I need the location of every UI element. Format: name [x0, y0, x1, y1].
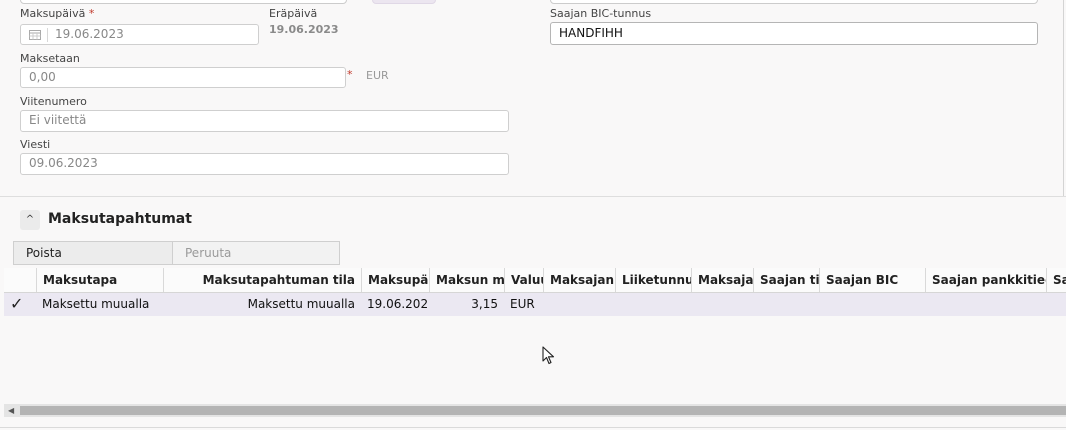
amount-label: Maksetaan	[20, 52, 80, 65]
row-state: Maksettu muualla	[247, 297, 355, 311]
mouse-cursor-icon	[542, 346, 555, 365]
section-title: Maksutapahtumat	[48, 211, 192, 227]
column-header-amount[interactable]: Maksun mä	[429, 268, 504, 292]
message-field[interactable]: 09.06.2023	[20, 153, 509, 175]
column-header-payee-bank[interactable]: Saajan pankkitiedot	[925, 268, 1046, 292]
cut-off-field-right	[550, 0, 1038, 4]
cut-off-button	[372, 0, 436, 4]
cancel-transaction-button[interactable]: Peruuta maksutapahtuma	[172, 241, 340, 282]
bic-label: Saajan BIC-tunnus	[550, 7, 652, 20]
table-row[interactable]: Maksettu muualla Maksettu muualla 19.06.…	[4, 293, 1066, 316]
column-header-date[interactable]: Maksupäivä	[361, 268, 429, 292]
grid-header: Maksutapa Maksutapahtuman tila Maksupäiv…	[4, 268, 1066, 293]
delete-transaction-button[interactable]: Poista maksutapahtuma	[13, 241, 173, 282]
column-header-overflow[interactable]: Sa	[1046, 268, 1066, 292]
scroll-left-icon[interactable]: ◀	[8, 404, 14, 417]
horizontal-scrollbar[interactable]: ◀	[4, 404, 1066, 417]
cut-off-field	[20, 0, 347, 4]
collapse-section-button[interactable]: ^	[20, 210, 40, 230]
calendar-icon[interactable]	[29, 29, 41, 40]
column-header-payer-bic[interactable]: Maksajan B	[543, 268, 615, 292]
column-header-business-id[interactable]: Liiketunnus	[615, 268, 691, 292]
bic-field[interactable]: HANDFIHH	[550, 22, 1038, 45]
message-label: Viesti	[20, 138, 51, 151]
column-header-payee-bic[interactable]: Saajan BIC	[819, 268, 925, 292]
due-date-value: 19.06.2023	[269, 23, 339, 36]
scrollbar-thumb[interactable]	[20, 406, 1066, 415]
amount-field[interactable]: 0,00	[20, 67, 346, 88]
payment-date-field[interactable]: 19.06.2023	[20, 24, 259, 45]
row-date: 19.06.2023	[367, 297, 429, 311]
amount-required-mark: *	[347, 68, 353, 81]
field-divider	[47, 28, 48, 42]
due-date-label: Eräpäivä	[269, 7, 318, 20]
row-currency: EUR	[510, 297, 535, 311]
section-separator	[0, 196, 1066, 197]
panel-border	[1063, 0, 1064, 196]
reference-field[interactable]: Ei viitettä	[20, 110, 509, 132]
row-amount: 3,15	[471, 297, 498, 311]
bottom-divider	[0, 427, 1066, 428]
amount-currency: EUR	[366, 69, 389, 82]
column-header-select[interactable]	[4, 268, 36, 292]
checkmark-icon: ✓	[10, 294, 24, 313]
column-header-payer[interactable]: Maksajan	[691, 268, 753, 292]
chevron-up-icon: ^	[25, 214, 35, 225]
column-header-payee-account[interactable]: Saajan tili	[753, 268, 819, 292]
row-method: Maksettu muualla	[42, 297, 150, 311]
column-header-method[interactable]: Maksutapa	[36, 268, 163, 292]
payment-date-label: Maksupäivä *	[20, 7, 95, 20]
column-header-state[interactable]: Maksutapahtuman tila	[163, 268, 361, 292]
column-header-currency[interactable]: Valuu	[504, 268, 543, 292]
reference-label: Viitenumero	[20, 95, 87, 108]
payment-date-value: 19.06.2023	[55, 27, 124, 41]
